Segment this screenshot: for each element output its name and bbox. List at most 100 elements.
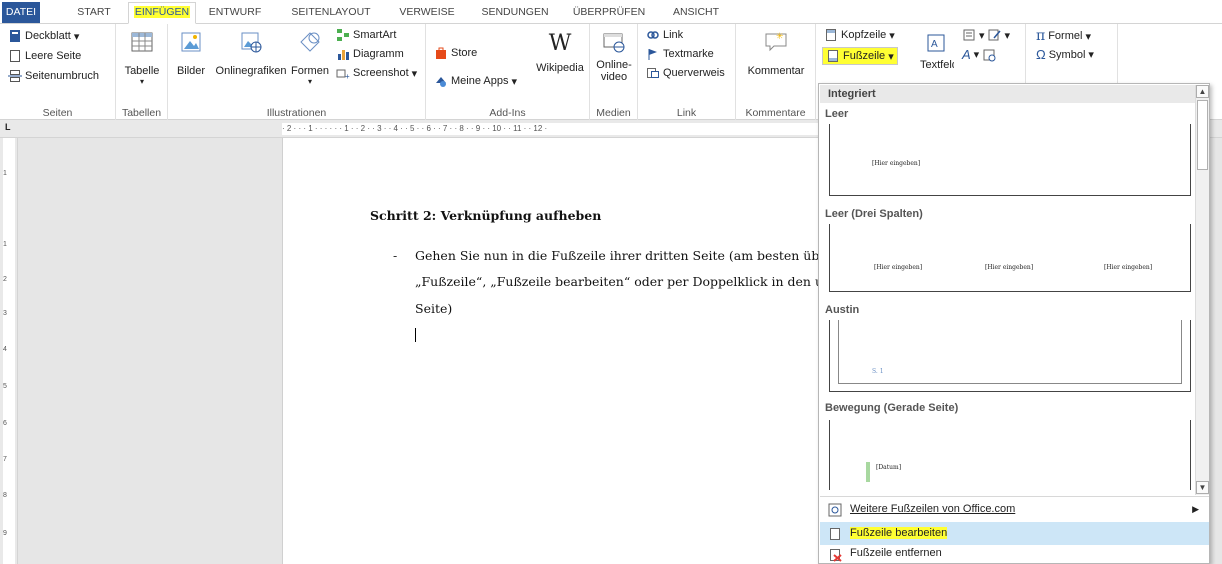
formen-button[interactable]: Formen ▾ <box>288 30 332 86</box>
group-label-illustrationen: Illustrationen <box>266 107 327 119</box>
svg-text:A: A <box>931 39 938 50</box>
tab-selector-icon[interactable]: L <box>5 122 11 132</box>
quickparts-button[interactable]: ▾ ▾ <box>962 28 1010 42</box>
menu-weitere-label: Weitere Fußzeilen von Office.com <box>850 503 1016 515</box>
ruler-scale: · 2 · · · 1 · · · · · · 1 · · 2 · · 3 · … <box>282 123 822 135</box>
wordart-icon: A <box>962 47 971 62</box>
fusszeile-label: Fußzeile <box>843 50 886 62</box>
formel-button[interactable]: π Formel ▾ <box>1036 28 1091 44</box>
textmarke-button[interactable]: Textmarke <box>646 47 714 61</box>
vertical-ruler[interactable]: 1 1 2 3 4 5 6 7 8 9 <box>0 138 18 564</box>
gallery-section-title: Bewegung (Gerade Seite) <box>825 402 959 414</box>
tab-ueberpruefen[interactable]: ÜBERPRÜFEN <box>566 3 652 23</box>
thumb-placeholder: [Hier eingeben] <box>872 160 921 167</box>
text-cursor <box>415 328 416 342</box>
kopfzeile-label[interactable]: Kopfzeile <box>841 29 886 41</box>
querverweis-button[interactable]: Querverweis <box>646 66 725 80</box>
page-break-icon <box>8 70 22 82</box>
deckblatt-label: Deckblatt <box>25 30 71 42</box>
textmarke-label: Textmarke <box>663 48 714 60</box>
scroll-thumb[interactable] <box>1197 100 1208 170</box>
smartart-button[interactable]: SmartArt <box>336 28 396 42</box>
tab-datei[interactable]: DATEI <box>2 2 40 23</box>
store-icon <box>436 47 446 59</box>
paragraph-line-2: „Fußzeile“, „Fußzeile bearbeiten“ oder p… <box>415 274 820 289</box>
scroll-down-button[interactable]: ▼ <box>1196 481 1209 494</box>
tab-seitenlayout[interactable]: SEITENLAYOUT <box>285 3 377 23</box>
thumb-placeholder: [Hier eingeben] <box>985 264 1034 271</box>
online-video-label-1: Online- <box>596 59 632 71</box>
group-tabellen: Tabelle ▾ Tabellen <box>116 24 168 120</box>
diagramm-button[interactable]: Diagramm <box>336 47 404 61</box>
vruler-num: 7 <box>3 456 7 463</box>
blank-page-icon <box>10 50 20 62</box>
store-button[interactable]: Store <box>434 46 477 60</box>
fusszeile-button[interactable]: Fußzeile ▾ <box>822 47 898 65</box>
menu-fusszeile-bearbeiten[interactable]: Fußzeile bearbeiten <box>820 522 1209 545</box>
thumb-placeholder: S. 1 <box>872 368 884 375</box>
symbol-button[interactable]: Ω Symbol ▾ <box>1036 47 1094 62</box>
tab-einfuegen[interactable]: EINFÜGEN <box>128 2 196 24</box>
vruler-num: 3 <box>3 310 7 317</box>
group-kommentare: ✳ Kommentar Kommentare <box>736 24 816 120</box>
tab-entwurf[interactable]: ENTWURF <box>204 3 266 23</box>
wikipedia-button[interactable]: W Wikipedia <box>534 30 586 74</box>
kommentar-button[interactable]: ✳ Kommentar <box>740 30 812 77</box>
link-button[interactable]: Link <box>646 28 683 42</box>
edit-footer-icon <box>830 528 840 540</box>
paragraph-line-3: Seite) <box>415 301 453 316</box>
thumb-placeholder: [Hier eingeben] <box>1104 264 1153 271</box>
store-label: Store <box>451 47 478 59</box>
tab-start[interactable]: START <box>68 3 120 23</box>
textfeld-button[interactable]: A Textfeld <box>920 32 954 69</box>
group-label-addins: Add-Ins <box>489 107 526 119</box>
bullet-marker: - <box>393 248 398 263</box>
tabelle-button[interactable]: Tabelle ▾ <box>120 30 164 86</box>
group-seiten: Deckblatt ▾ Leere Seite Seitenumbruch Sei… <box>0 24 116 120</box>
footer-option-bewegung[interactable]: [Datum] <box>829 420 1191 490</box>
footer-option-leer-drei-spalten[interactable]: [Hier eingeben] [Hier eingeben] [Hier ei… <box>829 224 1191 292</box>
querverweis-label: Querverweis <box>663 67 725 79</box>
link-icon <box>647 31 659 39</box>
footer-gallery-dropdown: Integriert ▲ ▼ Leer [Hier eingeben] Leer… <box>818 83 1210 564</box>
menu-weitere-fusszeilen[interactable]: Weitere Fußzeilen von Office.com ▶ <box>820 498 1209 521</box>
scroll-up-button[interactable]: ▲ <box>1196 85 1209 98</box>
footer-option-leer[interactable]: [Hier eingeben] <box>829 124 1191 196</box>
header-icon <box>826 29 836 41</box>
wikipedia-label: Wikipedia <box>536 62 584 74</box>
screenshot-label: Screenshot <box>353 67 409 79</box>
deckblatt-button[interactable]: Deckblatt ▾ <box>8 29 79 43</box>
tab-verweise[interactable]: VERWEISE <box>392 3 462 23</box>
smartart-label: SmartArt <box>353 29 397 41</box>
textfeld-label: Textfeld <box>920 59 954 69</box>
remove-footer-icon <box>830 549 842 562</box>
wordart-button[interactable]: A ▾ <box>962 47 996 62</box>
office-com-icon <box>828 503 842 517</box>
group-label-kommentare: Kommentare <box>745 107 806 119</box>
my-apps-icon <box>436 77 446 87</box>
datetime-icon <box>983 49 996 61</box>
submenu-arrow-icon: ▶ <box>1192 504 1199 514</box>
online-video-button[interactable]: Online- video <box>594 30 634 83</box>
tab-ansicht[interactable]: ANSICHT <box>666 3 726 23</box>
formel-label: Formel <box>1048 30 1083 42</box>
screenshot-button[interactable]: + Screenshot ▾ <box>336 66 417 80</box>
seitenumbruch-button[interactable]: Seitenumbruch <box>8 69 99 83</box>
gallery-scrollbar[interactable]: ▲ ▼ <box>1195 85 1209 495</box>
footer-option-austin[interactable]: S. 1 <box>829 320 1191 392</box>
menu-fusszeile-entfernen[interactable]: Fußzeile entfernen <box>820 543 1209 564</box>
group-link: Link Textmarke Querverweis Link <box>638 24 736 120</box>
group-label-seiten: Seiten <box>42 107 73 119</box>
onlinegrafiken-button[interactable]: Onlinegrafiken <box>212 30 290 77</box>
kopfzeile-button[interactable]: Kopfzeile ▾ <box>824 28 895 42</box>
paragraph-line-1: Gehen Sie nun in die Fußzeile ihrer drit… <box>415 248 820 263</box>
leere-seite-button[interactable]: Leere Seite <box>8 49 81 63</box>
textbox-icon: A <box>927 34 945 52</box>
meine-apps-button[interactable]: Meine Apps ▾ <box>434 74 517 88</box>
vruler-num: 6 <box>3 420 7 427</box>
tab-sendungen[interactable]: SENDUNGEN <box>475 3 555 23</box>
comment-icon: ✳ <box>765 31 787 52</box>
vruler-num: 2 <box>3 276 7 283</box>
bilder-button[interactable]: Bilder <box>174 30 208 77</box>
document-page[interactable] <box>282 138 822 564</box>
